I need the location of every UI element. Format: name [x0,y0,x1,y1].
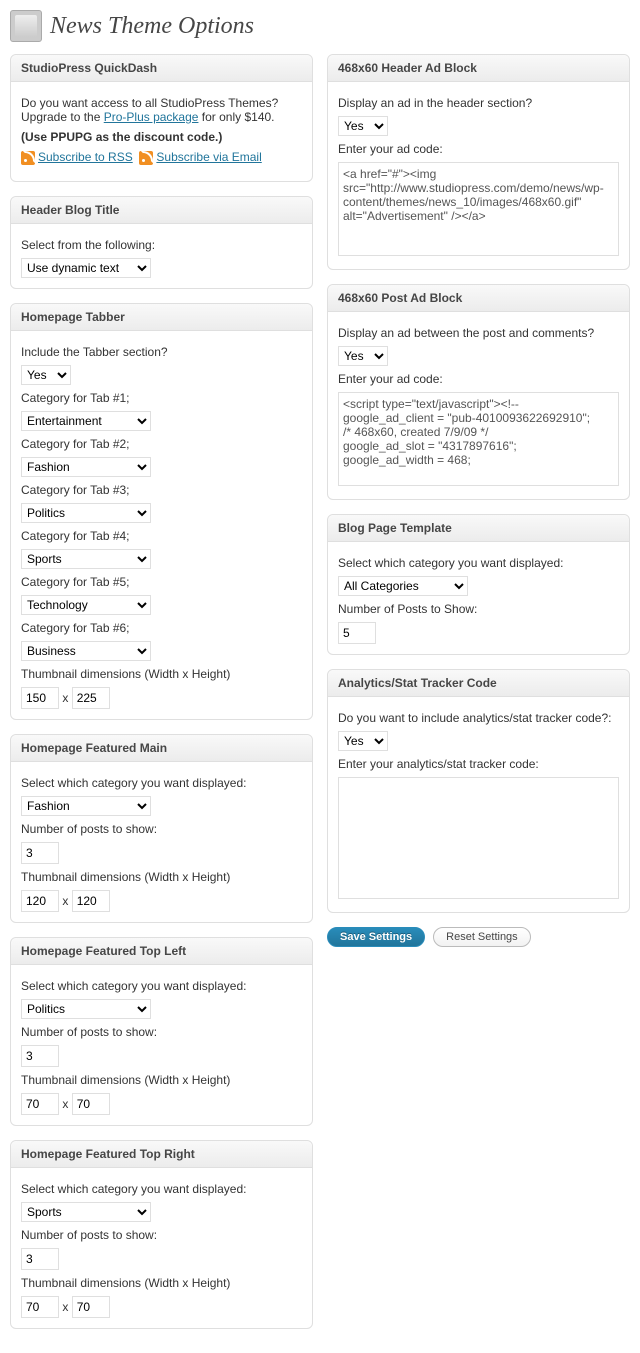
header-blog-title-box: Header Blog Title Select from the follow… [10,196,313,289]
featured-top-left-box: Homepage Featured Top Left Select which … [10,937,313,1126]
reset-button[interactable]: Reset Settings [433,927,531,947]
analytics-title: Analytics/Stat Tracker Code [328,670,629,697]
subscribe-email-link[interactable]: Subscribe via Email [156,150,261,164]
tab3-select[interactable]: Politics [21,503,151,523]
tab6-label: Category for Tab #6; [21,621,302,635]
blog-template-num-label: Number of Posts to Show: [338,602,619,616]
post-ad-title: 468x60 Post Ad Block [328,285,629,312]
header-ad-title: 468x60 Header Ad Block [328,55,629,82]
blog-template-box: Blog Page Template Select which category… [327,514,630,655]
featured-top-left-title: Homepage Featured Top Left [11,938,312,965]
analytics-code-textarea[interactable] [338,777,619,899]
ftl-thumb-height[interactable] [72,1093,110,1115]
post-ad-box: 468x60 Post Ad Block Display an ad betwe… [327,284,630,500]
rss-icon [21,151,35,165]
page-title: News Theme Options [10,10,630,42]
analytics-include-select[interactable]: Yes [338,731,388,751]
header-blog-label: Select from the following: [21,238,302,252]
ftr-thumb-width[interactable] [21,1296,59,1318]
header-ad-code-textarea[interactable]: <a href="#"><img src="http://www.studiop… [338,162,619,256]
quickdash-box: StudioPress QuickDash Do you want access… [10,54,313,182]
tab3-label: Category for Tab #3; [21,483,302,497]
post-ad-code-label: Enter your ad code: [338,372,619,386]
featured-top-right-title: Homepage Featured Top Right [11,1141,312,1168]
blog-template-cat-label: Select which category you want displayed… [338,556,619,570]
blog-template-cat-select[interactable]: All Categories [338,576,468,596]
featured-main-thumb-width[interactable] [21,890,59,912]
featured-top-right-box: Homepage Featured Top Right Select which… [10,1140,313,1329]
analytics-include-label: Do you want to include analytics/stat tr… [338,711,619,725]
ftr-cat-select[interactable]: Sports [21,1202,151,1222]
ftr-num-label: Number of posts to show: [21,1228,302,1242]
quickdash-text: Do you want access to all StudioPress Th… [21,96,302,124]
ftr-cat-label: Select which category you want displayed… [21,1182,302,1196]
analytics-code-label: Enter your analytics/stat tracker code: [338,757,619,771]
tab6-select[interactable]: Business [21,641,151,661]
analytics-box: Analytics/Stat Tracker Code Do you want … [327,669,630,913]
ftr-thumb-label: Thumbnail dimensions (Width x Height) [21,1276,302,1290]
quickdash-title: StudioPress QuickDash [11,55,312,82]
featured-main-thumb-label: Thumbnail dimensions (Width x Height) [21,870,302,884]
tab1-select[interactable]: Entertainment [21,411,151,431]
settings-icon [10,10,42,42]
featured-main-num-label: Number of posts to show: [21,822,302,836]
tabber-thumb-width[interactable] [21,687,59,709]
pro-plus-link[interactable]: Pro-Plus package [104,110,199,124]
discount-code: (Use PPUPG as the discount code.) [21,130,222,144]
featured-main-title: Homepage Featured Main [11,735,312,762]
post-ad-display-select[interactable]: Yes [338,346,388,366]
tabber-title: Homepage Tabber [11,304,312,331]
tab1-label: Category for Tab #1; [21,391,302,405]
header-ad-display-select[interactable]: Yes [338,116,388,136]
ftl-cat-select[interactable]: Politics [21,999,151,1019]
header-blog-select[interactable]: Use dynamic text [21,258,151,278]
ftl-thumb-width[interactable] [21,1093,59,1115]
featured-main-num-input[interactable] [21,842,59,864]
ftr-num-input[interactable] [21,1248,59,1270]
blog-template-num-input[interactable] [338,622,376,644]
featured-main-cat-label: Select which category you want displayed… [21,776,302,790]
ftr-thumb-height[interactable] [72,1296,110,1318]
page-title-text: News Theme Options [50,13,254,40]
rss-icon [139,151,153,165]
header-blog-title: Header Blog Title [11,197,312,224]
header-ad-display-label: Display an ad in the header section? [338,96,619,110]
tabber-include-label: Include the Tabber section? [21,345,302,359]
header-ad-box: 468x60 Header Ad Block Display an ad in … [327,54,630,270]
featured-main-thumb-height[interactable] [72,890,110,912]
tab4-label: Category for Tab #4; [21,529,302,543]
tab2-select[interactable]: Fashion [21,457,151,477]
tab4-select[interactable]: Sports [21,549,151,569]
featured-main-box: Homepage Featured Main Select which cate… [10,734,313,923]
blog-template-title: Blog Page Template [328,515,629,542]
post-ad-code-textarea[interactable]: <script type="text/javascript"><!-- goog… [338,392,619,486]
ftl-thumb-label: Thumbnail dimensions (Width x Height) [21,1073,302,1087]
ftl-cat-label: Select which category you want displayed… [21,979,302,993]
tabber-thumb-height[interactable] [72,687,110,709]
tabber-include-select[interactable]: Yes [21,365,71,385]
tab5-select[interactable]: Technology [21,595,151,615]
tabber-thumb-label: Thumbnail dimensions (Width x Height) [21,667,302,681]
header-ad-code-label: Enter your ad code: [338,142,619,156]
homepage-tabber-box: Homepage Tabber Include the Tabber secti… [10,303,313,720]
subscribe-rss-link[interactable]: Subscribe to RSS [38,150,133,164]
ftl-num-input[interactable] [21,1045,59,1067]
post-ad-display-label: Display an ad between the post and comme… [338,326,619,340]
save-button[interactable]: Save Settings [327,927,425,947]
tab5-label: Category for Tab #5; [21,575,302,589]
ftl-num-label: Number of posts to show: [21,1025,302,1039]
tab2-label: Category for Tab #2; [21,437,302,451]
featured-main-cat-select[interactable]: Fashion [21,796,151,816]
